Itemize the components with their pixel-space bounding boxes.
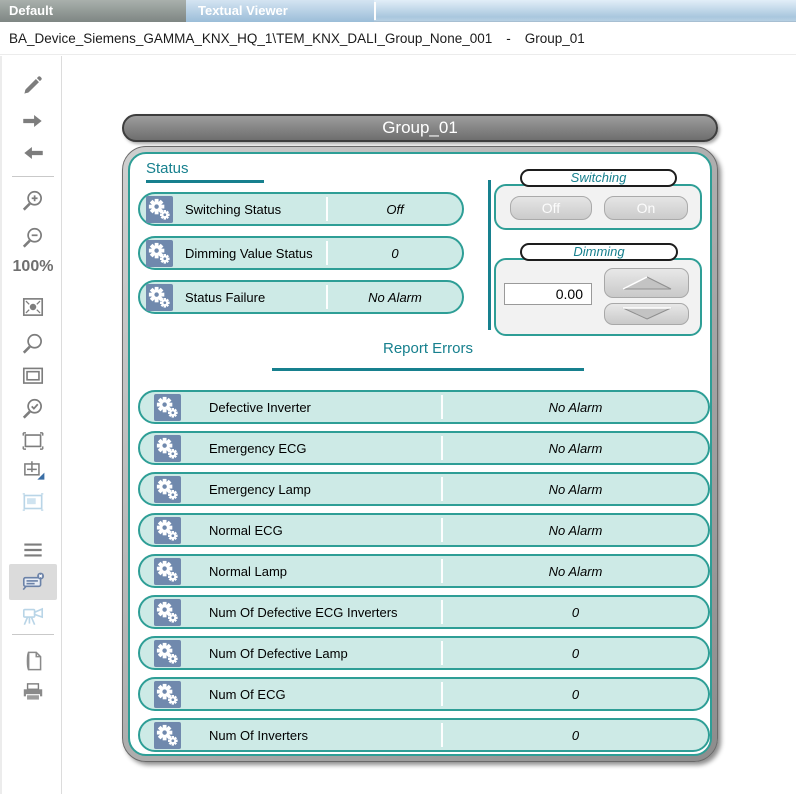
annotation-search-icon[interactable] (19, 568, 47, 596)
row-value: No Alarm (328, 290, 462, 305)
error-row-num-defective-lamp[interactable]: Num Of Defective Lamp 0 (138, 636, 710, 670)
row-value: 0 (443, 728, 708, 743)
gears-icon (146, 240, 173, 267)
gears-icon (154, 599, 181, 626)
gears-icon (154, 394, 181, 421)
tab-separator (374, 2, 376, 20)
triangle-up-icon (617, 274, 677, 292)
switching-group-label: Switching (520, 169, 677, 187)
row-value: 0 (443, 605, 708, 620)
error-row-num-defective-ecg-inverters[interactable]: Num Of Defective ECG Inverters 0 (138, 595, 710, 629)
error-row-normal-lamp[interactable]: Normal Lamp No Alarm (138, 554, 710, 588)
gears-icon (154, 722, 181, 749)
region-icon[interactable] (19, 488, 47, 516)
row-value: Off (328, 202, 462, 217)
row-label: Normal Lamp (209, 564, 441, 579)
selection-zoom-icon[interactable] (19, 427, 47, 455)
row-label: Status Failure (185, 290, 326, 305)
status-row-switching-status[interactable]: Switching Status Off (138, 192, 464, 226)
dimming-value-input[interactable] (504, 283, 592, 305)
error-row-num-of-inverters[interactable]: Num Of Inverters 0 (138, 718, 710, 752)
tab-textual-viewer[interactable]: Textual Viewer (186, 0, 374, 22)
breadcrumb-current: Group_01 (525, 31, 585, 46)
gears-icon (154, 681, 181, 708)
error-row-normal-ecg[interactable]: Normal ECG No Alarm (138, 513, 710, 547)
report-errors-heading: Report Errors (272, 340, 584, 357)
layers-icon[interactable] (19, 536, 47, 564)
gears-icon (154, 517, 181, 544)
row-value: No Alarm (443, 564, 708, 579)
breadcrumb-path: BA_Device_Siemens_GAMMA_KNX_HQ_1\TEM_KNX… (9, 31, 492, 46)
row-label: Emergency Lamp (209, 482, 441, 497)
error-row-num-of-ecg[interactable]: Num Of ECG 0 (138, 677, 710, 711)
toolbar-divider (12, 176, 54, 177)
row-label: Num Of Defective ECG Inverters (209, 605, 441, 620)
dimming-group-label: Dimming (520, 243, 678, 261)
zoom-window-icon[interactable] (19, 362, 47, 390)
gears-icon (154, 476, 181, 503)
switch-off-button[interactable]: Off (510, 196, 592, 220)
error-row-defective-inverter[interactable]: Defective Inverter No Alarm (138, 390, 710, 424)
row-value: No Alarm (443, 523, 708, 538)
zoom-check-icon[interactable] (19, 395, 47, 423)
pan-crosshair-icon[interactable] (19, 457, 47, 485)
report-errors-underline (272, 368, 584, 371)
status-heading: Status (146, 160, 189, 177)
camera-icon[interactable] (19, 602, 47, 630)
breadcrumb: BA_Device_Siemens_GAMMA_KNX_HQ_1\TEM_KNX… (0, 22, 796, 55)
row-value: 0 (328, 246, 462, 261)
row-label: Emergency ECG (209, 441, 441, 456)
arrow-left-icon[interactable] (19, 139, 47, 167)
dimming-decrease-button[interactable] (604, 303, 689, 325)
row-label: Num Of ECG (209, 687, 441, 702)
status-row-dimming-value-status[interactable]: Dimming Value Status 0 (138, 236, 464, 270)
row-value: No Alarm (443, 482, 708, 497)
fit-view-icon[interactable] (19, 293, 47, 321)
page-icon[interactable] (19, 647, 47, 675)
gears-icon (154, 640, 181, 667)
gears-icon (146, 196, 173, 223)
row-value: 0 (443, 687, 708, 702)
breadcrumb-separator: - (506, 31, 511, 46)
status-row-status-failure[interactable]: Status Failure No Alarm (138, 280, 464, 314)
switch-on-button[interactable]: On (604, 196, 688, 220)
zoom-out-icon[interactable] (19, 224, 47, 252)
row-value: No Alarm (443, 441, 708, 456)
arrow-right-icon[interactable] (19, 107, 47, 135)
error-row-emergency-ecg[interactable]: Emergency ECG No Alarm (138, 431, 710, 465)
pen-icon[interactable] (19, 71, 47, 99)
page-title: Group_01 (122, 114, 718, 142)
row-label: Num Of Inverters (209, 728, 441, 743)
gears-icon (146, 284, 173, 311)
print-icon[interactable] (19, 678, 47, 706)
row-label: Normal ECG (209, 523, 441, 538)
error-row-emergency-lamp[interactable]: Emergency Lamp No Alarm (138, 472, 710, 506)
toolbar-divider (12, 634, 54, 635)
row-label: Num Of Defective Lamp (209, 646, 441, 661)
group-panel: Status Switching Status Off Dimming Valu… (122, 146, 718, 762)
row-label: Dimming Value Status (185, 246, 326, 261)
zoom-in-icon[interactable] (19, 187, 47, 215)
zoom-level-label: 100% (2, 258, 64, 276)
status-underline (146, 180, 264, 183)
gears-icon (154, 558, 181, 585)
row-label: Defective Inverter (209, 400, 441, 415)
row-label: Switching Status (185, 202, 326, 217)
gears-icon (154, 435, 181, 462)
triangle-down-icon (617, 306, 677, 322)
magnifier-icon[interactable] (19, 330, 47, 358)
row-value: 0 (443, 646, 708, 661)
tab-bar: Default Textual Viewer (0, 0, 796, 22)
dimming-increase-button[interactable] (604, 268, 689, 298)
tab-default[interactable]: Default (0, 0, 186, 22)
row-value: No Alarm (443, 400, 708, 415)
vertical-divider (488, 180, 491, 330)
toolbar-sidebar: 100% (0, 56, 62, 794)
